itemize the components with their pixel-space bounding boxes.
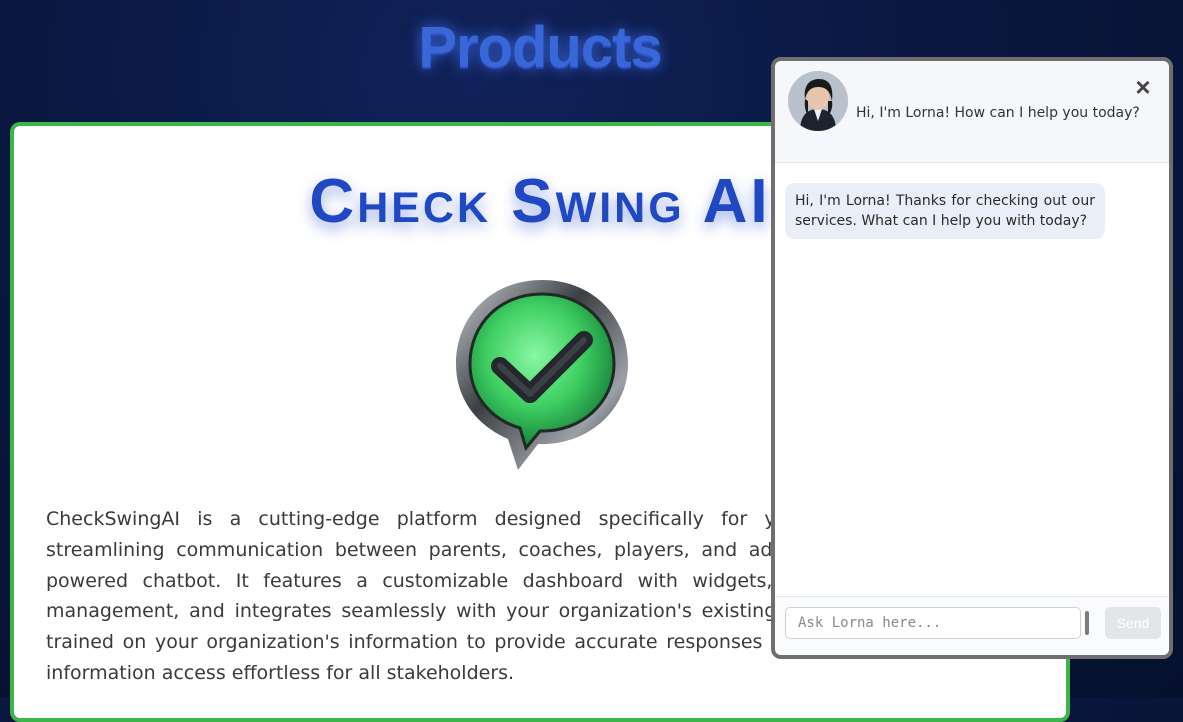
- chat-header: Hi, I'm Lorna! How can I help you today?…: [775, 61, 1169, 163]
- input-scroll-handle: [1085, 611, 1089, 635]
- send-button[interactable]: Send: [1105, 607, 1161, 639]
- avatar: [788, 71, 848, 131]
- bot-message: Hi, I'm Lorna! Thanks for checking out o…: [785, 183, 1105, 239]
- chat-input[interactable]: [785, 607, 1081, 639]
- close-icon[interactable]: ×: [1131, 74, 1155, 100]
- chat-footer: Send: [775, 596, 1169, 655]
- chat-greeting: Hi, I'm Lorna! How can I help you today?: [856, 105, 1140, 121]
- chat-widget: Hi, I'm Lorna! How can I help you today?…: [771, 57, 1173, 659]
- checkmark-chat-bubble-icon: [456, 280, 628, 470]
- chat-message-list: Hi, I'm Lorna! Thanks for checking out o…: [775, 163, 1169, 597]
